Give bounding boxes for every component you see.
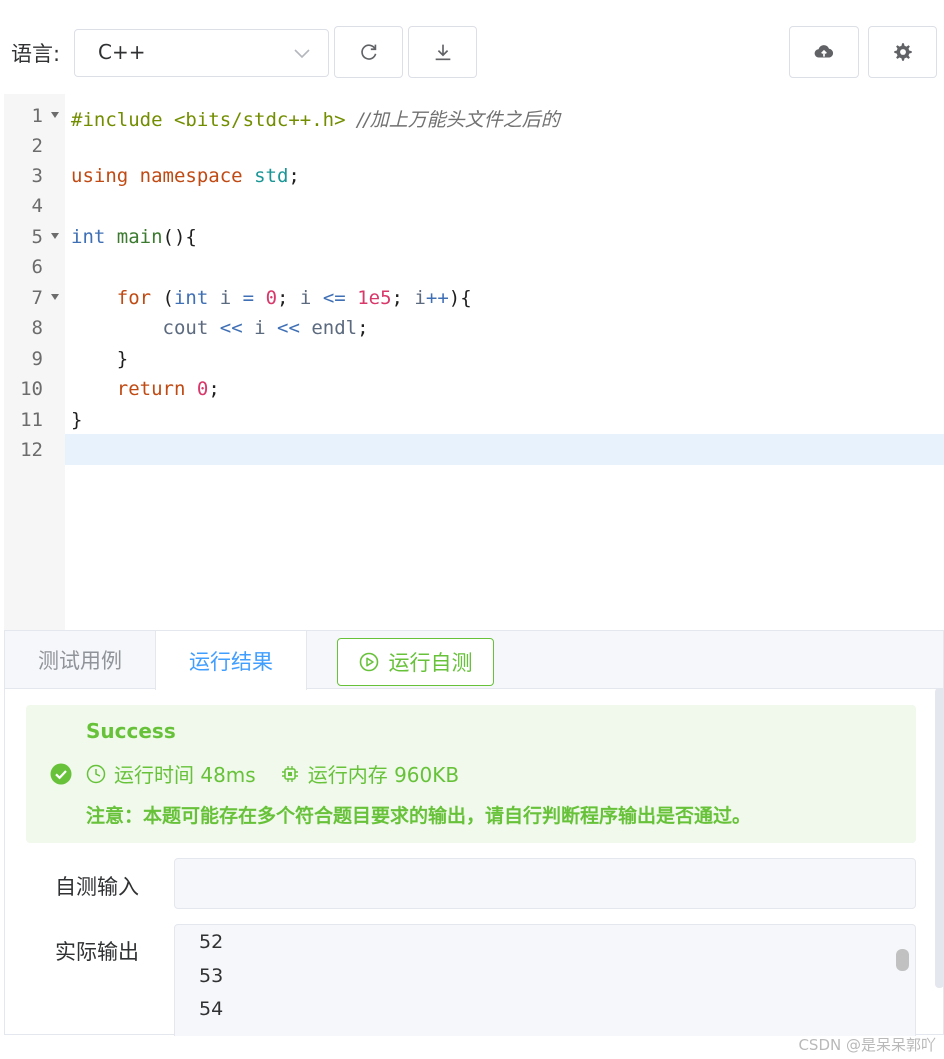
- line-number: 1: [4, 100, 65, 130]
- self-input-field[interactable]: [174, 858, 916, 909]
- result-metrics: 运行时间 48ms 运行内存 960KB: [86, 759, 459, 788]
- line-number: 2: [31, 135, 43, 157]
- line-number: 10: [20, 378, 43, 400]
- toolbar: 语言: C++: [0, 0, 944, 94]
- line-number: 6: [31, 256, 43, 278]
- run-memory: 运行内存 960KB: [307, 763, 460, 787]
- tab-test-cases-label: 测试用例: [38, 649, 122, 673]
- tab-run-result[interactable]: 运行结果: [155, 631, 307, 690]
- line-number: 12: [20, 439, 43, 461]
- actual-output-label: 实际输出: [55, 940, 139, 964]
- code-line[interactable]: cout << i << endl;: [71, 312, 369, 342]
- line-number: 3: [31, 165, 43, 187]
- refresh-icon: [360, 44, 376, 60]
- code-editor[interactable]: 1 2 3 4 5 6 7 8 9 10 11 12 #include <bit…: [4, 94, 944, 630]
- cpu-chip-icon: [281, 765, 298, 782]
- result-status: Success: [86, 719, 176, 743]
- run-self-test-button[interactable]: 运行自测: [337, 638, 494, 686]
- code-line[interactable]: for (int i = 0; i <= 1e5; i++){: [71, 282, 472, 312]
- fold-arrow-icon[interactable]: [50, 292, 60, 302]
- run-time: 运行时间 48ms: [114, 763, 256, 787]
- line-number: 4: [31, 195, 43, 217]
- upload-button[interactable]: [789, 26, 859, 78]
- tab-run-result-label: 运行结果: [189, 649, 273, 674]
- fold-arrow-icon[interactable]: [50, 110, 60, 120]
- fold-arrow-icon[interactable]: [50, 231, 60, 241]
- panel-tabs: 测试用例 运行结果 运行自测: [5, 631, 943, 690]
- line-number: 11: [20, 409, 43, 431]
- download-button[interactable]: [408, 26, 477, 78]
- current-line-highlight: [65, 434, 944, 465]
- output-line: 54: [199, 998, 224, 1020]
- chevron-down-icon: [294, 49, 310, 59]
- result-note: 注意：本题可能存在多个符合题目要求的输出，请自行判断程序输出是否通过。: [86, 805, 752, 827]
- language-select[interactable]: C++: [74, 29, 329, 77]
- code-line[interactable]: using namespace std;: [71, 160, 300, 190]
- code-line[interactable]: int main(){: [71, 221, 197, 251]
- result-alert: Success 运行时间 48ms 运行内存 960KB 注意：本题可能存在多个…: [26, 705, 916, 843]
- run-self-test-label: 运行自测: [388, 651, 473, 675]
- cloud-upload-icon: [814, 45, 834, 58]
- clock-icon: [86, 764, 106, 783]
- reset-code-button[interactable]: [334, 26, 403, 78]
- panel-scrollbar[interactable]: [935, 688, 944, 988]
- success-check-icon: [50, 763, 72, 785]
- self-input-label: 自测输入: [55, 875, 139, 899]
- code-line[interactable]: }: [71, 404, 82, 434]
- language-select-value: C++: [98, 40, 146, 64]
- line-number: 5: [4, 221, 65, 251]
- output-scrollbar-thumb[interactable]: [896, 949, 909, 971]
- output-line: 53: [199, 965, 224, 987]
- line-number: 7: [4, 282, 65, 312]
- settings-button[interactable]: [868, 26, 937, 78]
- output-line: 52: [199, 931, 224, 953]
- code-line[interactable]: return 0;: [71, 373, 220, 403]
- code-line[interactable]: }: [71, 343, 128, 373]
- play-circle-icon: [359, 652, 378, 672]
- code-area[interactable]: #include <bits/stdc++.h> //加上万能头文件之后的 us…: [65, 94, 944, 630]
- language-label: 语言:: [11, 42, 61, 66]
- line-number: 8: [31, 317, 43, 339]
- line-number-gutter: 1 2 3 4 5 6 7 8 9 10 11 12: [4, 94, 65, 630]
- gear-icon: [893, 43, 912, 61]
- watermark: CSDN @是呆呆郭吖: [798, 1036, 936, 1054]
- actual-output-box[interactable]: 52 53 54: [174, 924, 916, 1036]
- line-number: 9: [31, 348, 43, 370]
- tab-test-cases[interactable]: 测试用例: [5, 631, 155, 689]
- code-line[interactable]: #include <bits/stdc++.h> //加上万能头文件之后的: [71, 100, 560, 131]
- download-icon: [435, 44, 450, 61]
- result-panel: 测试用例 运行结果 运行自测 Success 运行时间 48ms 运行内存 96…: [4, 630, 944, 1036]
